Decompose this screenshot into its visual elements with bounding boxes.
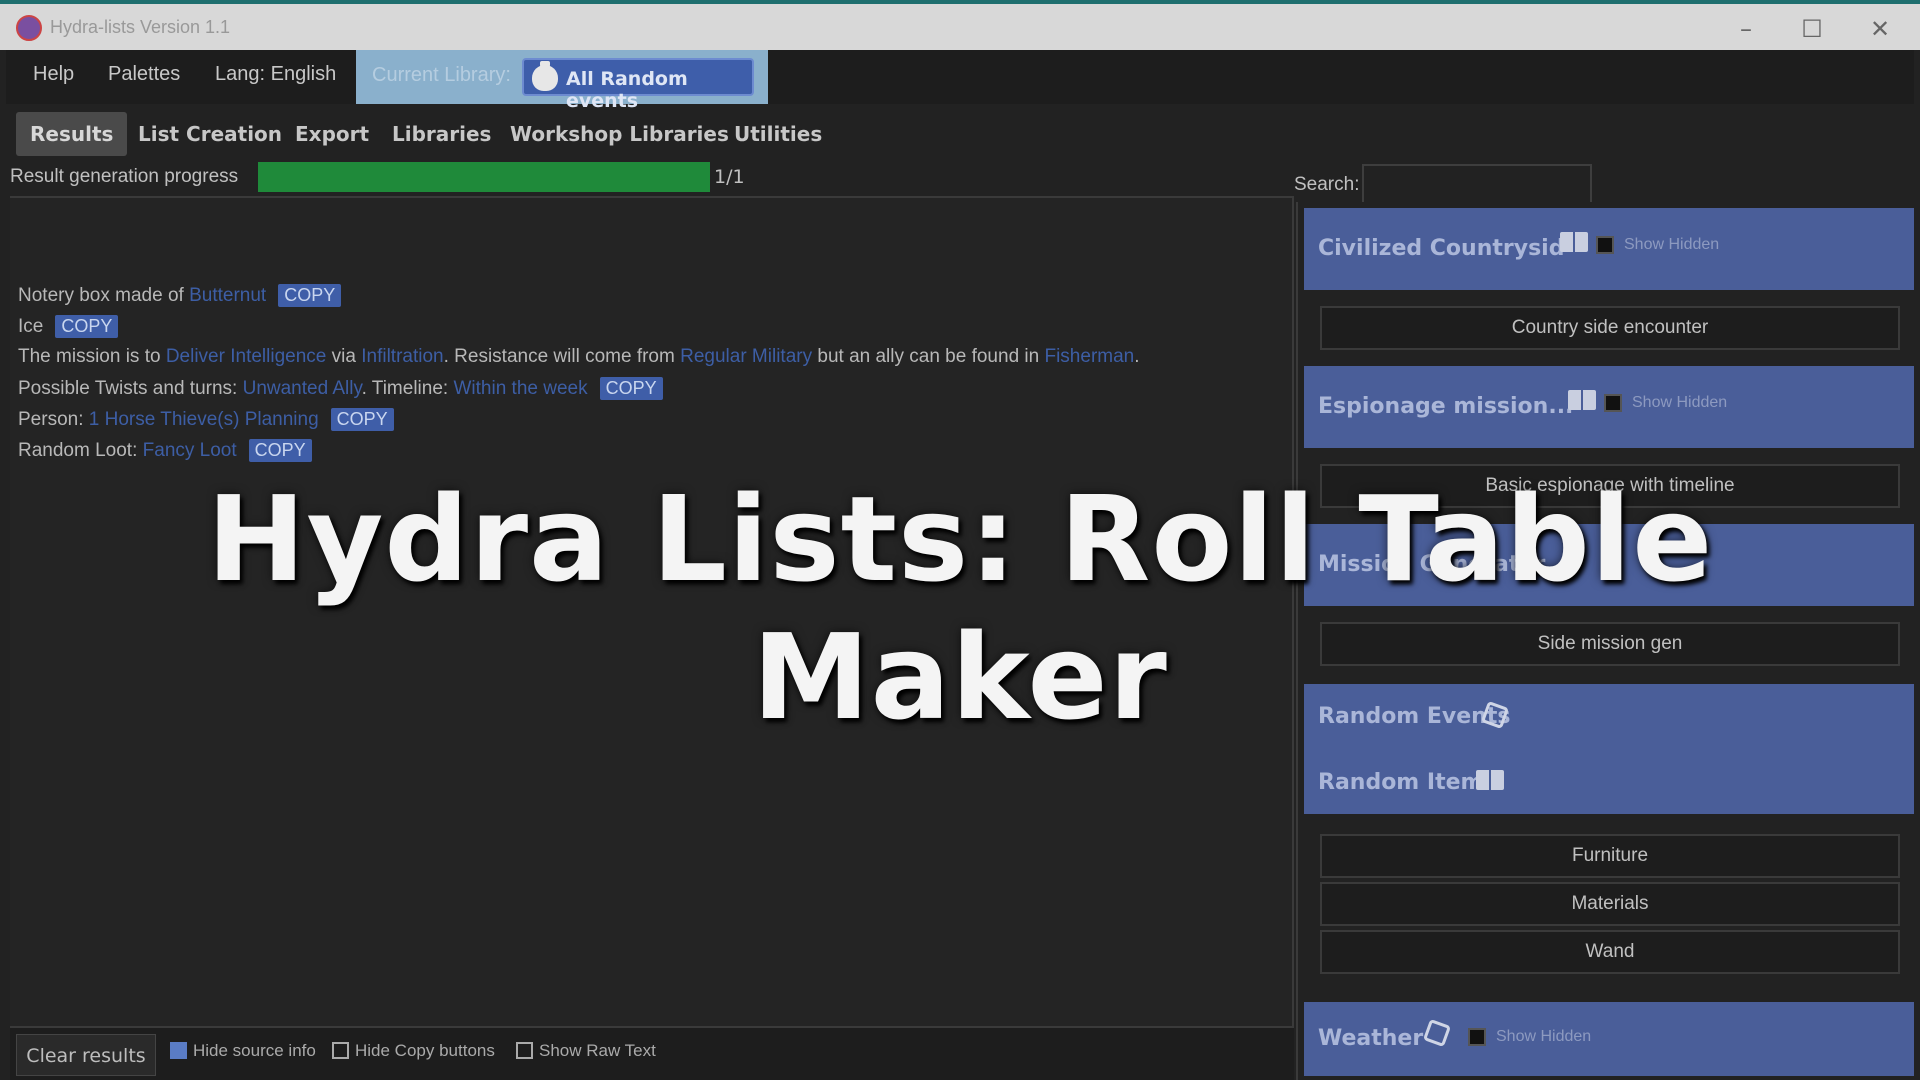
result-link[interactable]: 1 Horse Thieve(s) Planning (89, 409, 319, 430)
menu-help[interactable]: Help (33, 63, 74, 86)
tab-export[interactable]: Export (281, 112, 383, 156)
app-logo-icon (16, 15, 42, 41)
result-link[interactable]: Unwanted Ally (243, 378, 362, 399)
category-weather[interactable]: Weather Show Hidden (1304, 1002, 1914, 1076)
book-icon (1568, 390, 1596, 410)
window-titlebar: Hydra-lists Version 1.1 – ☐ ✕ (0, 0, 1920, 50)
tab-list-creation[interactable]: List Creation (124, 112, 296, 156)
overlay-banner-title: Hydra Lists: Roll Table Maker (206, 470, 1714, 746)
table-button[interactable]: Country side encounter (1320, 306, 1900, 350)
current-library-label: Current Library: (372, 64, 511, 86)
copy-button[interactable]: COPY (248, 439, 312, 462)
show-hidden-checkbox[interactable] (1468, 1028, 1486, 1046)
copy-button[interactable]: COPY (55, 315, 119, 338)
maximize-icon[interactable]: ☐ (1792, 12, 1832, 46)
result-line: Ice COPY (18, 315, 119, 338)
menu-palettes[interactable]: Palettes (108, 63, 180, 86)
current-library-select[interactable]: All Random events (522, 58, 754, 112)
result-line: Notery box made of Butternut COPY (18, 284, 342, 307)
progress-fill (258, 162, 710, 192)
category-random-items[interactable]: Random Items (1318, 770, 1497, 795)
loot-bag-icon (532, 61, 558, 91)
current-library-box: Current Library: All Random events (356, 50, 768, 112)
result-link[interactable]: Butternut (189, 285, 266, 306)
result-line: Possible Twists and turns: Unwanted Ally… (18, 377, 663, 400)
result-line: Random Loot: Fancy Loot COPY (18, 439, 312, 462)
book-icon (1476, 770, 1504, 790)
search-label: Search: (1294, 174, 1360, 195)
book-icon (1560, 232, 1588, 252)
clear-results-button[interactable]: Clear results (16, 1034, 156, 1076)
window-title: Hydra-lists Version 1.1 (50, 17, 231, 37)
copy-button[interactable]: COPY (330, 408, 394, 431)
result-link[interactable]: Deliver Intelligence (166, 346, 327, 367)
menu-language[interactable]: Lang: English (215, 63, 336, 86)
tab-results[interactable]: Results (16, 112, 128, 156)
progress-label: Result generation progress (10, 166, 239, 187)
show-raw-toggle[interactable]: Show Raw Text (516, 1041, 656, 1061)
progress-count: 1/1 (714, 166, 745, 188)
result-line: Person: 1 Horse Thieve(s) Planning COPY (18, 408, 394, 431)
progress-bar (258, 162, 710, 192)
checkbox-icon[interactable] (332, 1042, 349, 1059)
result-link[interactable]: Regular Military (680, 346, 812, 367)
menu-bar: Help Palettes Lang: English Current Libr… (6, 50, 1914, 112)
hide-copy-toggle[interactable]: Hide Copy buttons (332, 1041, 495, 1061)
results-bottom-bar: Clear results Hide source info Hide Copy… (10, 1026, 1294, 1080)
category-civilized-countryside[interactable]: Civilized Countrysid Show Hidden (1304, 208, 1914, 290)
tab-workshop-libraries[interactable]: Workshop Libraries (496, 112, 743, 156)
close-icon[interactable]: ✕ (1860, 12, 1900, 46)
tab-utilities[interactable]: Utilities (720, 112, 836, 156)
table-button[interactable]: Furniture (1320, 834, 1900, 878)
dice-icon (1422, 1018, 1452, 1048)
copy-button[interactable]: COPY (599, 377, 663, 400)
result-link[interactable]: Fancy Loot (143, 440, 237, 461)
category-espionage-mission[interactable]: Espionage mission... Show Hidden (1304, 366, 1914, 448)
show-hidden-checkbox[interactable] (1596, 236, 1614, 254)
result-line: The mission is to Deliver Intelligence v… (18, 346, 1140, 367)
copy-button[interactable]: COPY (278, 284, 342, 307)
result-link[interactable]: Within the week (453, 378, 587, 399)
hide-source-toggle[interactable]: Hide source info (170, 1041, 316, 1061)
result-link[interactable]: Infiltration (361, 346, 443, 367)
table-button[interactable]: Wand (1320, 930, 1900, 974)
tab-bar: Results List Creation Export Libraries W… (6, 106, 1914, 160)
checkbox-icon[interactable] (516, 1042, 533, 1059)
checkbox-checked-icon[interactable] (170, 1042, 187, 1059)
result-link[interactable]: Fisherman (1044, 346, 1134, 367)
show-hidden-checkbox[interactable] (1604, 394, 1622, 412)
tab-libraries[interactable]: Libraries (378, 112, 505, 156)
minimize-icon[interactable]: – (1726, 12, 1766, 46)
table-button[interactable]: Materials (1320, 882, 1900, 926)
